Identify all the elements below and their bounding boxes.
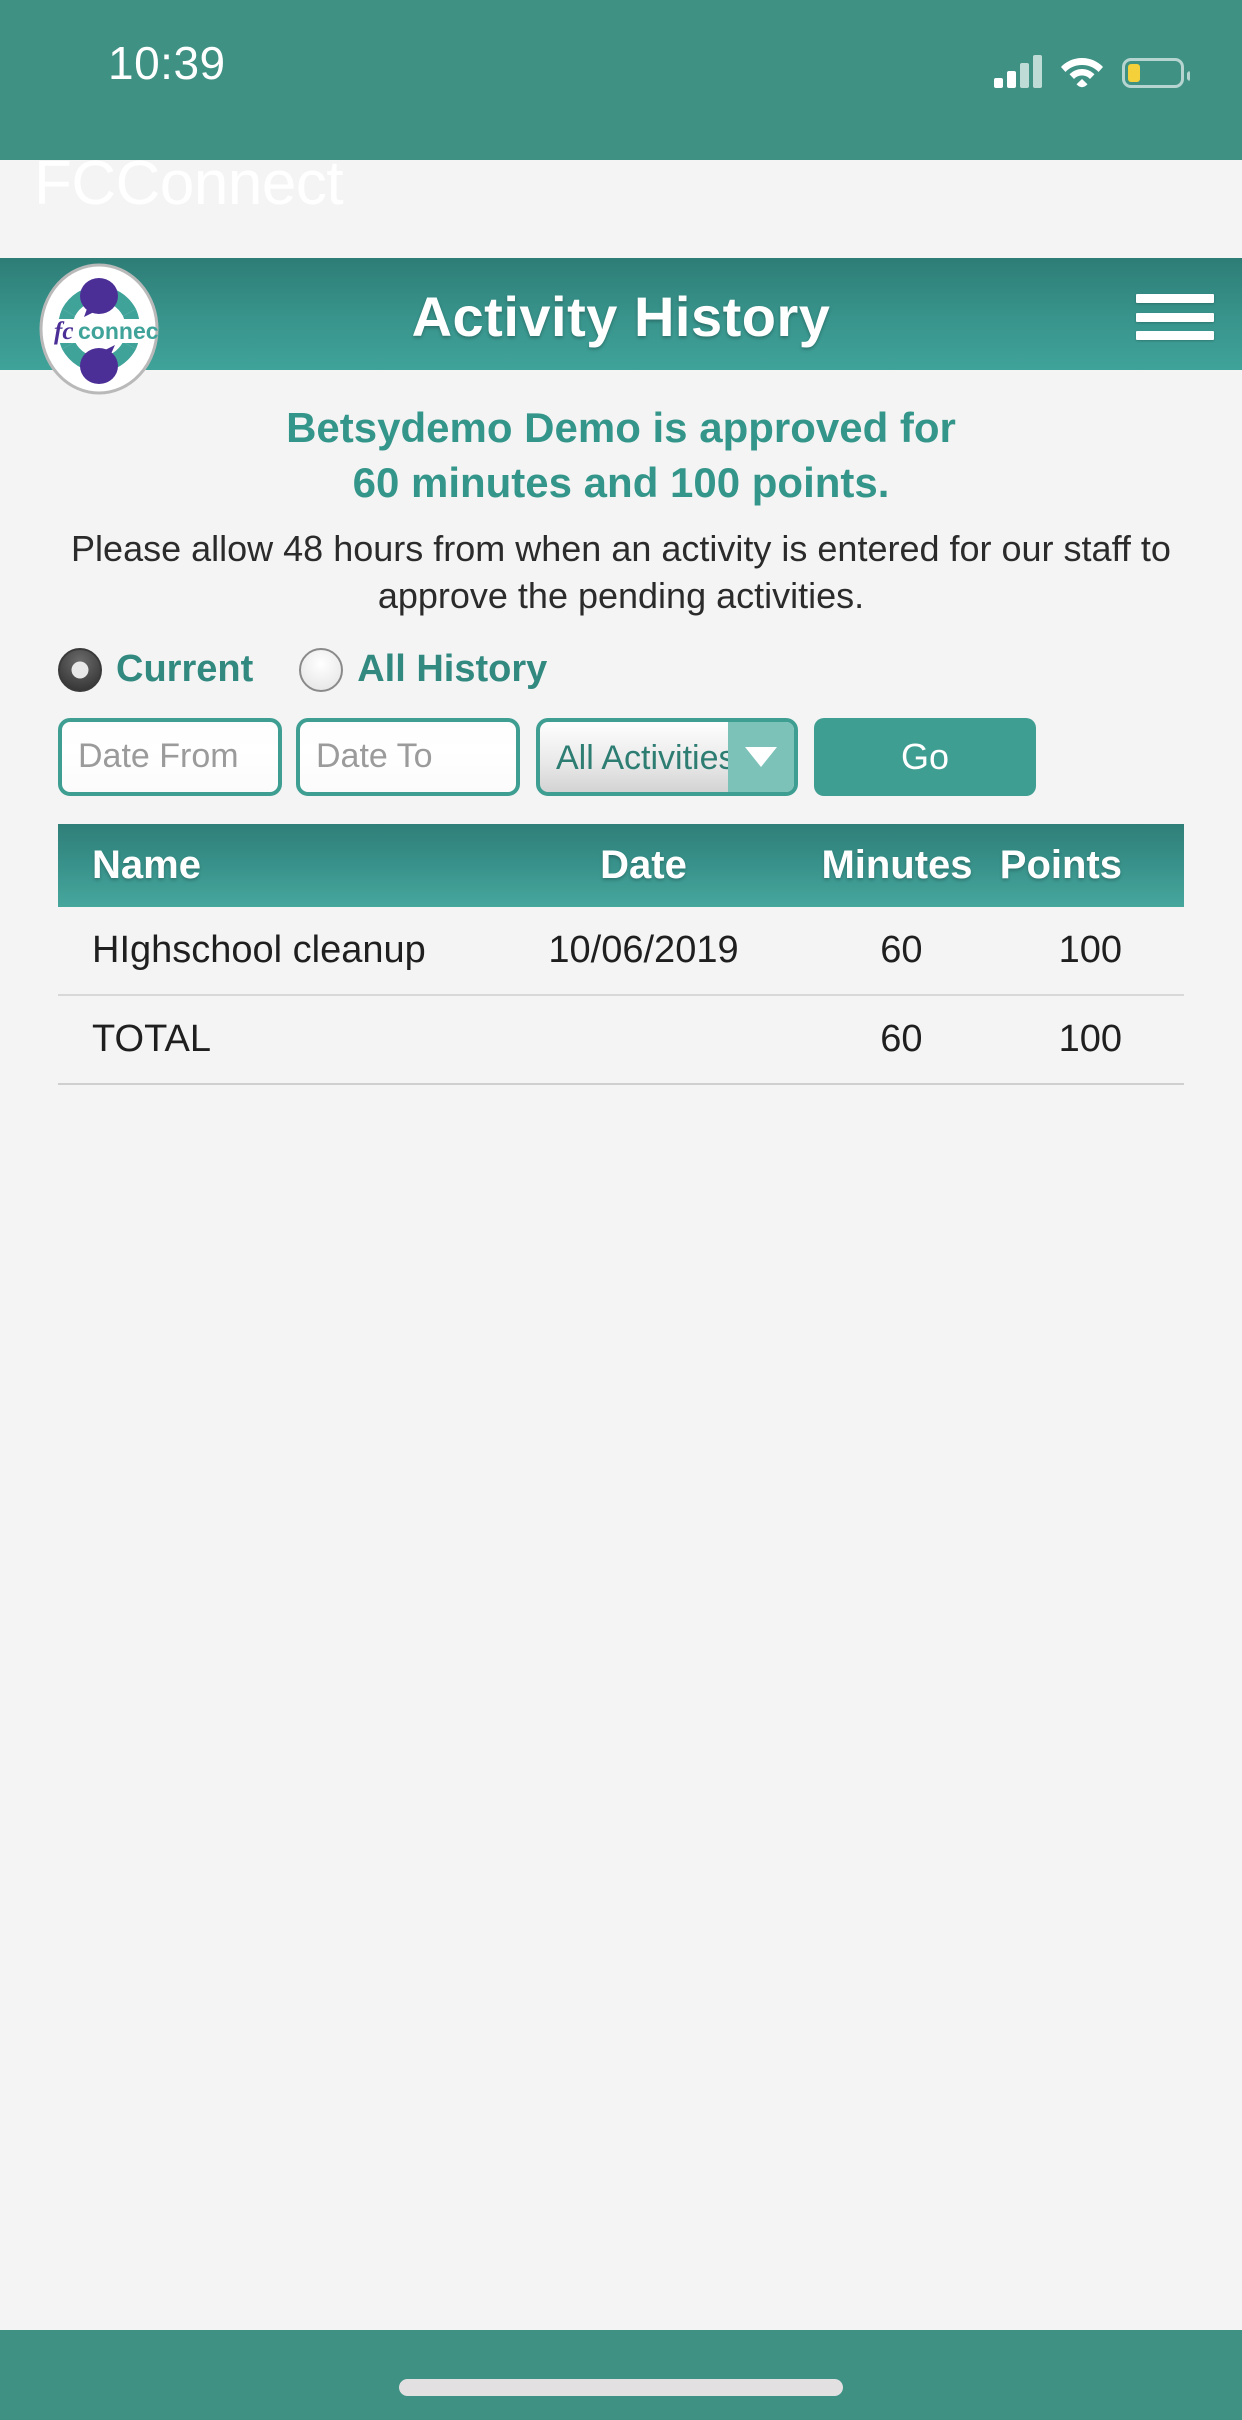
page-title: Activity History: [411, 285, 831, 348]
cell-minutes: 60: [778, 906, 993, 996]
radio-option-current[interactable]: Current: [58, 647, 254, 692]
wifi-icon: [1060, 54, 1104, 88]
table-row[interactable]: HIghschool cleanup 10/06/2019 60 100: [58, 906, 1184, 996]
approval-banner: Betsydemo Demo is approved for 60 minute…: [0, 400, 1242, 511]
column-header-minutes[interactable]: Minutes: [778, 823, 993, 907]
radio-all-history-label: All History: [357, 648, 548, 691]
column-header-points[interactable]: Points: [992, 823, 1184, 907]
scope-radio-group: Current All History: [0, 647, 1242, 692]
svg-text:connect: connect: [78, 318, 160, 344]
activity-type-value: All Activities: [556, 738, 736, 777]
status-bar: 10:39: [0, 0, 1242, 160]
table-header-row: Name Date Minutes Points: [58, 823, 1184, 907]
column-header-name[interactable]: Name: [58, 823, 509, 907]
bottom-bar: [0, 2330, 1242, 2420]
filter-bar: All Activities Go: [0, 717, 1242, 796]
cellular-signal-icon: [994, 54, 1042, 88]
home-indicator[interactable]: [399, 2379, 843, 2396]
date-to-input[interactable]: [296, 717, 520, 796]
fcconnect-logo-icon[interactable]: fc connect: [38, 262, 167, 396]
battery-low-icon: [1122, 58, 1190, 88]
status-indicators: [994, 40, 1190, 88]
svg-text:fc: fc: [54, 318, 73, 345]
column-header-date[interactable]: Date: [508, 823, 779, 907]
approval-line-2: 60 minutes and 100 points.: [352, 459, 890, 507]
status-time: 10:39: [108, 37, 226, 89]
cell-name: HIghschool cleanup: [58, 906, 509, 996]
pending-notice: Please allow 48 hours from when an activ…: [71, 527, 1171, 617]
cell-total-points: 100: [992, 994, 1184, 1085]
date-from-input[interactable]: [58, 717, 282, 796]
chevron-down-icon[interactable]: [728, 721, 794, 792]
cell-total-minutes: 60: [778, 994, 993, 1085]
cell-points: 100: [992, 906, 1184, 996]
radio-option-all-history[interactable]: All History: [299, 647, 548, 692]
go-button[interactable]: Go: [814, 717, 1036, 796]
main-content: Betsydemo Demo is approved for 60 minute…: [0, 370, 1242, 1085]
cell-date: 10/06/2019: [508, 906, 779, 996]
cell-total-label: TOTAL: [58, 994, 509, 1085]
phone-screen: 10:39 FCConnect Activity History fc conn…: [0, 0, 1242, 2420]
radio-all-history-icon[interactable]: [299, 647, 344, 692]
radio-current-icon[interactable]: [58, 647, 102, 692]
approval-line-1: Betsydemo Demo is approved for: [286, 404, 956, 451]
activity-history-table: Name Date Minutes Points HIghschool clea…: [58, 823, 1184, 1085]
activity-type-select[interactable]: All Activities: [536, 717, 798, 796]
hamburger-menu-icon[interactable]: [1136, 294, 1214, 340]
cell-total-date: [508, 994, 779, 1085]
table-total-row: TOTAL 60 100: [58, 994, 1184, 1085]
app-name: FCConnect: [34, 149, 344, 218]
nav-bar: Activity History: [0, 258, 1242, 370]
radio-current-label: Current: [116, 648, 254, 691]
